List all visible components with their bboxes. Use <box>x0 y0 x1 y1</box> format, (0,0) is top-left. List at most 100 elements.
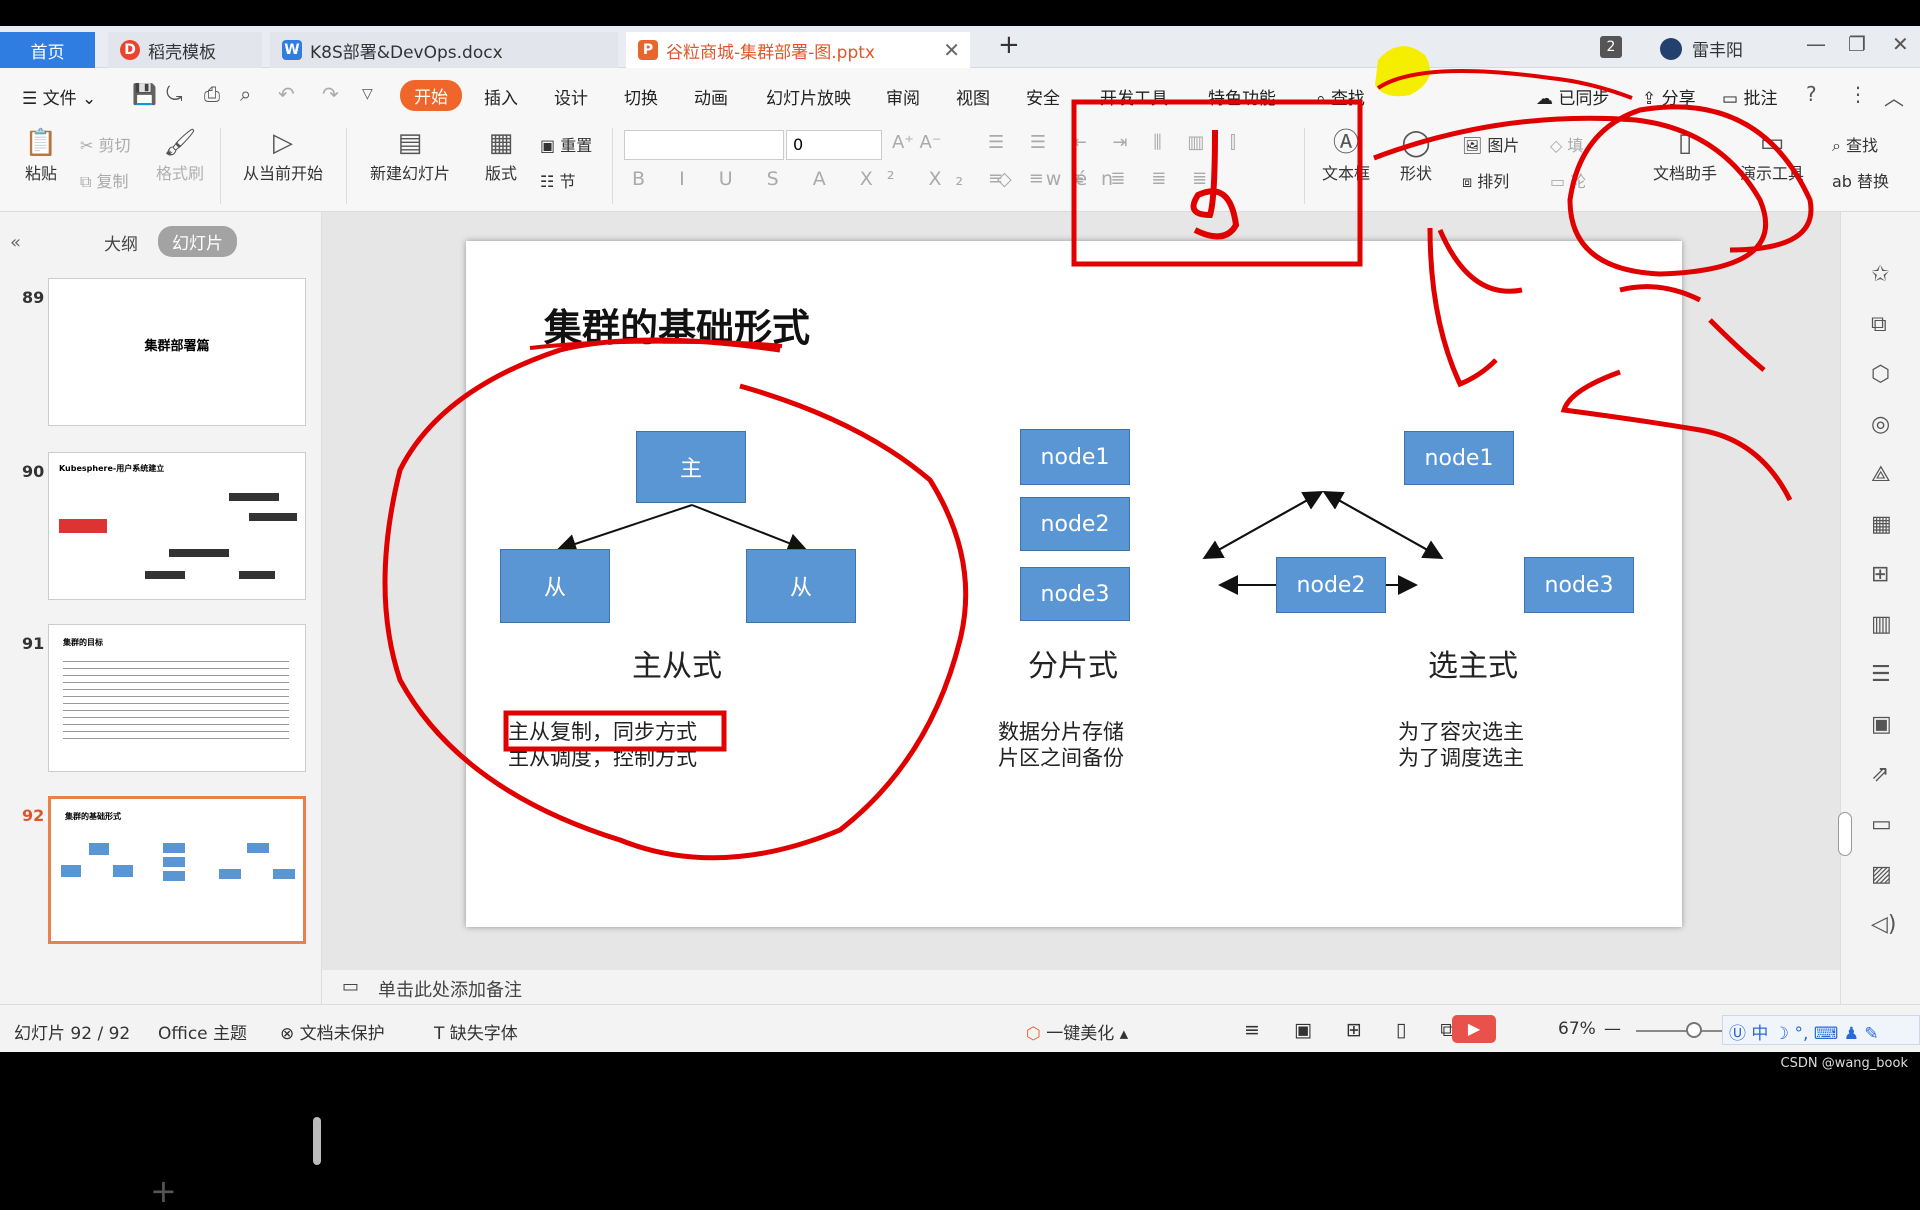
more-icon[interactable]: ⋮ <box>1848 82 1868 106</box>
print-icon[interactable]: ⎙ <box>204 82 220 106</box>
collapse-panel-icon[interactable]: « <box>10 232 21 253</box>
protect-status[interactable]: ⊗ 文档未保护 <box>280 1019 385 1044</box>
menu-transition[interactable]: 切换 <box>624 84 658 109</box>
print-preview-icon[interactable]: ⌕ <box>240 82 251 106</box>
help-icon[interactable]: ? <box>1806 82 1817 106</box>
file-menu[interactable]: ☰ 文件 ⌄ <box>22 84 96 109</box>
beautify-button[interactable]: ⬡ 一键美化 ▴ <box>1026 1019 1128 1044</box>
undo-icon[interactable]: ↶ <box>278 82 295 106</box>
menu-insert[interactable]: 插入 <box>484 84 518 109</box>
tab-docer-templates[interactable]: D 稻壳模板 <box>108 32 262 68</box>
archive-icon[interactable]: ▭ <box>1871 812 1892 837</box>
tab-home[interactable]: 首页 <box>0 32 95 68</box>
new-slide-button[interactable]: ▤ 新建幻灯片 <box>360 126 460 184</box>
menu-security[interactable]: 安全 <box>1026 84 1060 109</box>
collapse-ribbon-icon[interactable]: ︿ <box>1884 82 1904 111</box>
tab-pptx[interactable]: P 谷粒商城-集群部署-图.pptx ✕ <box>626 32 970 68</box>
star-icon[interactable]: ✩ <box>1871 262 1889 287</box>
find-button[interactable]: ⌕ 查找 <box>1832 132 1878 156</box>
save-icon[interactable]: 💾 <box>132 82 157 106</box>
list-icons[interactable]: ☰ ☰ ⇤ ⇥ ⫼ ▥ ⫿ <box>988 132 1246 153</box>
view-mode-icons[interactable]: ≡ ▣ ⊞ ▯ ⧉ <box>1244 1019 1468 1041</box>
election-node: node3 <box>1524 557 1634 613</box>
picture-button[interactable]: 🖼 图片 <box>1462 132 1519 156</box>
cut-button[interactable]: ✂ 剪切 <box>80 132 131 156</box>
sound-icon[interactable]: ◁) <box>1871 912 1897 937</box>
font-size-input[interactable]: 0 <box>786 130 882 160</box>
menu-animation[interactable]: 动画 <box>694 84 728 109</box>
share-icon[interactable]: ⇗ <box>1871 762 1889 787</box>
tab-slides[interactable]: 幻灯片 <box>158 226 237 257</box>
play-slideshow-button[interactable]: ▶ <box>1452 1015 1496 1043</box>
redo-icon[interactable]: ↷ <box>322 82 339 106</box>
thumb-graphic <box>169 549 229 557</box>
close-icon[interactable]: ✕ <box>943 38 960 62</box>
menu-developer[interactable]: 开发工具 <box>1100 84 1168 109</box>
zoom-slider-knob[interactable] <box>1686 1022 1702 1038</box>
minimize-icon[interactable]: — <box>1806 32 1826 56</box>
customize-icon[interactable]: ▽ <box>362 86 373 102</box>
shape-button[interactable]: ◯ 形状 <box>1386 126 1446 184</box>
sync-status[interactable]: ☁ 已同步 <box>1536 84 1609 109</box>
shape-icon[interactable]: ⬡ <box>1871 362 1890 387</box>
zoom-level[interactable]: 67% <box>1558 1019 1596 1039</box>
tab-outline[interactable]: 大纲 <box>104 230 138 255</box>
section-button[interactable]: ☷ 节 <box>540 168 575 192</box>
settings-icon[interactable]: ☰ <box>1871 662 1891 687</box>
textbox-button[interactable]: Ⓐ 文本框 <box>1316 126 1376 184</box>
image-icon[interactable]: ▣ <box>1871 712 1892 737</box>
window-count-badge[interactable]: 2 <box>1600 36 1622 58</box>
layout-button[interactable]: ▦ 版式 <box>474 126 528 184</box>
thumbnail-scrollbar[interactable] <box>313 1117 321 1165</box>
search-menu[interactable]: ⌕ 查找 <box>1316 84 1365 109</box>
font-name-input[interactable] <box>624 130 784 160</box>
missing-font[interactable]: T 缺失字体 <box>434 1019 518 1044</box>
slide-thumbnail-current[interactable]: 集群的基础形式 <box>48 796 306 944</box>
zoom-out-icon[interactable]: — <box>1604 1019 1621 1039</box>
doc-assistant-button[interactable]: ▯ 文档助手 <box>1650 126 1720 184</box>
outline-button[interactable]: ▭ 轮 <box>1550 168 1586 192</box>
theme-name[interactable]: Office 主题 <box>158 1019 247 1044</box>
fill-button[interactable]: ◇ 填 <box>1550 132 1583 156</box>
menu-home[interactable]: 开始 <box>400 80 462 111</box>
watermark: CSDN @wang_book <box>1780 1056 1908 1071</box>
ime-toolbar[interactable]: Ⓤ 中 ☽ °, ⌨ ♟ ✎ <box>1722 1015 1920 1045</box>
replace-button[interactable]: ab 替换 <box>1832 168 1889 192</box>
copy-button[interactable]: ⧉ 复制 <box>80 168 129 192</box>
export-icon[interactable]: ⤿ <box>166 82 183 106</box>
close-window-icon[interactable]: ✕ <box>1892 32 1909 56</box>
slide-thumbnail[interactable]: 集群的目标 <box>48 624 306 772</box>
tab-docx[interactable]: W K8S部署&DevOps.docx <box>270 32 618 68</box>
format-painter-button[interactable]: 🖌 格式刷 <box>152 126 208 184</box>
menu-design[interactable]: 设计 <box>554 84 588 109</box>
menu-review[interactable]: 审阅 <box>886 84 920 109</box>
slide-thumbnail[interactable]: Kubesphere-用户系统建立 <box>48 452 306 600</box>
arrange-button[interactable]: ⧈ 排列 <box>1462 168 1509 192</box>
paste-button[interactable]: 📋 粘贴 <box>16 126 66 184</box>
notes-bar[interactable]: ▭ 单击此处添加备注 <box>322 970 1840 1004</box>
restore-icon[interactable]: ❐ <box>1848 32 1866 56</box>
align-icons[interactable]: ≡ ≡ ≡ ≣ ≣ ≣ <box>988 168 1217 189</box>
comment-button[interactable]: ▭ 批注 <box>1722 84 1777 109</box>
reset-button[interactable]: ▣ 重置 <box>540 132 592 156</box>
font-grow-icon[interactable]: A⁺ A⁻ <box>892 132 941 153</box>
location-icon[interactable]: ◎ <box>1871 412 1890 437</box>
add-slide-button[interactable]: + <box>150 1172 177 1210</box>
new-tab-button[interactable]: + <box>998 30 1020 60</box>
chart-icon[interactable]: ▥ <box>1871 612 1892 637</box>
vertical-scrollbar[interactable] <box>1838 812 1852 856</box>
share-button[interactable]: ⇪ 分享 <box>1642 84 1696 109</box>
play-from-current-button[interactable]: ▷ 从当前开始 <box>232 126 334 184</box>
menu-slideshow[interactable]: 幻灯片放映 <box>766 84 851 109</box>
slide[interactable]: 集群的基础形式 主 从 从 主从式 主从复制，同步方式 主从调度，控制方式 no… <box>466 241 1682 927</box>
slide-thumbnail[interactable]: 集群部署篇 <box>48 278 306 426</box>
grid-icon[interactable]: ⊞ <box>1871 562 1889 587</box>
menu-special[interactable]: 特色功能 <box>1208 84 1276 109</box>
user-account[interactable]: 雷丰阳 <box>1660 36 1743 61</box>
copy-icon[interactable]: ⧉ <box>1871 312 1887 337</box>
table-icon[interactable]: ▦ <box>1871 512 1892 537</box>
present-tool-button[interactable]: ▭ 演示工具 <box>1734 126 1810 184</box>
picture-icon[interactable]: ▨ <box>1871 862 1892 887</box>
animation-icon[interactable]: ⟁ <box>1871 462 1891 487</box>
menu-view[interactable]: 视图 <box>956 84 990 109</box>
